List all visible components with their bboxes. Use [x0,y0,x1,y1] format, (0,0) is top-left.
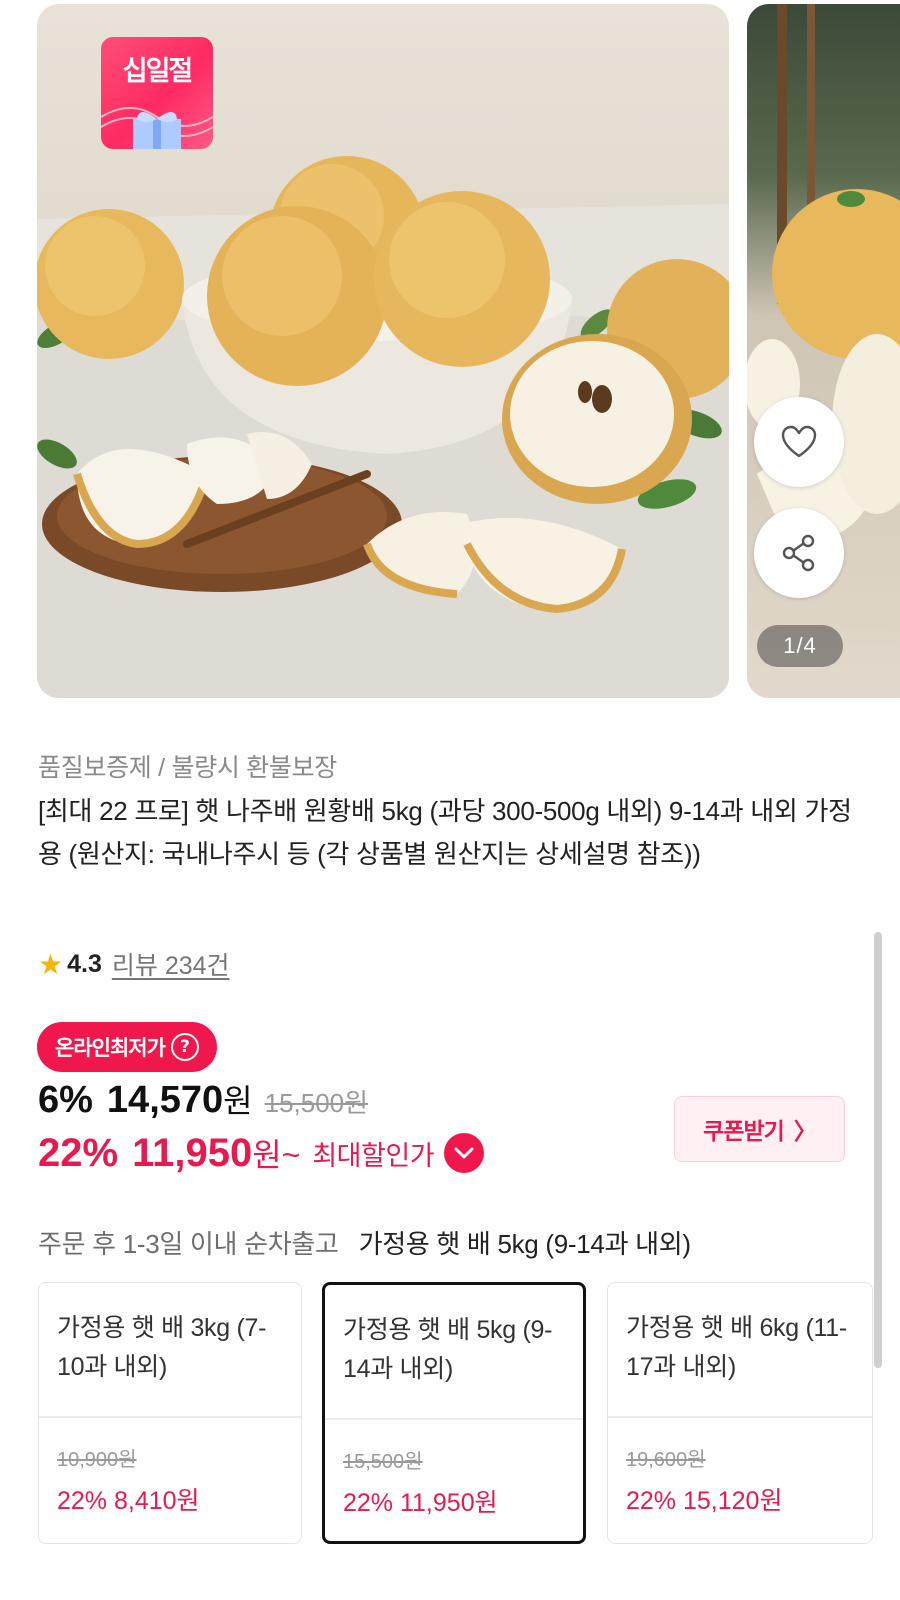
option-sale-price: 22% 8,410원 [57,1487,200,1515]
max-discount-label: 최대할인가 [312,1140,435,1171]
product-title: [최대 22 프로] 햇 나주배 원황배 5kg (과당 300-500g 내외… [38,796,852,869]
option-original-price: 15,500원 [343,1451,423,1473]
option-original-price: 19,600원 [626,1449,706,1471]
option-name: 가정용 햇 배 5kg (9-14과 내외) [343,1316,553,1383]
rating-score: 4.3 [67,949,102,978]
max-discount-unit: 원~ [252,1137,301,1173]
sale-price: 14,570 [106,1079,224,1121]
option-name: 가정용 햇 배 3kg (7-10과 내외) [57,1314,267,1381]
rating-row: ★ 4.3 리뷰 234건 [38,946,230,982]
max-discount-rate: 22% [38,1130,119,1175]
price-row: 6% 14,570 원 15,500원 [38,1076,368,1122]
lowest-price-label: 온라인최저가 [55,1036,166,1060]
option-card-6kg[interactable]: 가정용 햇 배 6kg (11-17과 내외) 19,600원 22% 15,1… [607,1282,873,1544]
shipping-row: 주문 후 1-3일 이내 순차출고 가정용 햇 배 5kg (9-14과 내외) [38,1224,691,1261]
option-card-5kg[interactable]: 가정용 햇 배 5kg (9-14과 내외) 15,500원 22% 11,95… [322,1282,586,1544]
heart-icon [781,425,817,458]
image-pager: 1/4 [757,625,843,667]
chevron-right-icon: 〉 [793,1119,817,1145]
discount-rate: 6% [38,1079,93,1121]
star-icon: ★ [38,948,64,980]
chevron-down-icon[interactable] [444,1133,485,1173]
option-sale-price: 22% 11,950원 [343,1489,498,1517]
option-card-3kg[interactable]: 가정용 햇 배 3kg (7-10과 내외) 10,900원 22% 8,410… [38,1282,302,1544]
image-gallery[interactable]: 십일절 1/4 [0,0,900,712]
max-discount-row[interactable]: 22% 11,950 원~ 최대할인가 [38,1130,485,1176]
get-coupon-button[interactable]: 쿠폰받기 〉 [674,1096,845,1162]
max-discount-price: 11,950 [132,1130,253,1175]
option-divider [608,1416,872,1418]
badge-label: 십일절 [122,56,194,87]
next-product-image[interactable] [747,4,900,698]
help-icon[interactable]: ? [170,1033,199,1061]
share-button[interactable] [754,508,844,598]
share-icon [782,534,815,572]
sale-price-unit: 원 [223,1083,253,1119]
sibil-jeol-badge: 십일절 [101,37,213,149]
option-sale-price: 22% 15,120원 [626,1487,783,1515]
coupon-label: 쿠폰받기 [703,1119,785,1145]
product-image[interactable]: 십일절 [37,4,729,698]
like-button[interactable] [754,397,844,487]
option-divider [39,1416,301,1418]
option-original-price: 10,900원 [57,1449,137,1471]
option-divider [325,1418,583,1420]
selected-option-label: 가정용 햇 배 5kg (9-14과 내외) [358,1229,691,1259]
review-link[interactable]: 리뷰 234건 [112,946,230,982]
scrollbar[interactable] [874,932,882,1368]
original-price: 15,500원 [264,1088,369,1118]
quality-guarantee: 품질보증제 / 불량시 환불보장 [38,754,337,782]
option-name: 가정용 햇 배 6kg (11-17과 내외) [626,1314,847,1381]
online-lowest-price-badge[interactable]: 온라인최저가 ? [37,1022,217,1072]
shipping-info: 주문 후 1-3일 이내 순차출고 [38,1229,339,1259]
